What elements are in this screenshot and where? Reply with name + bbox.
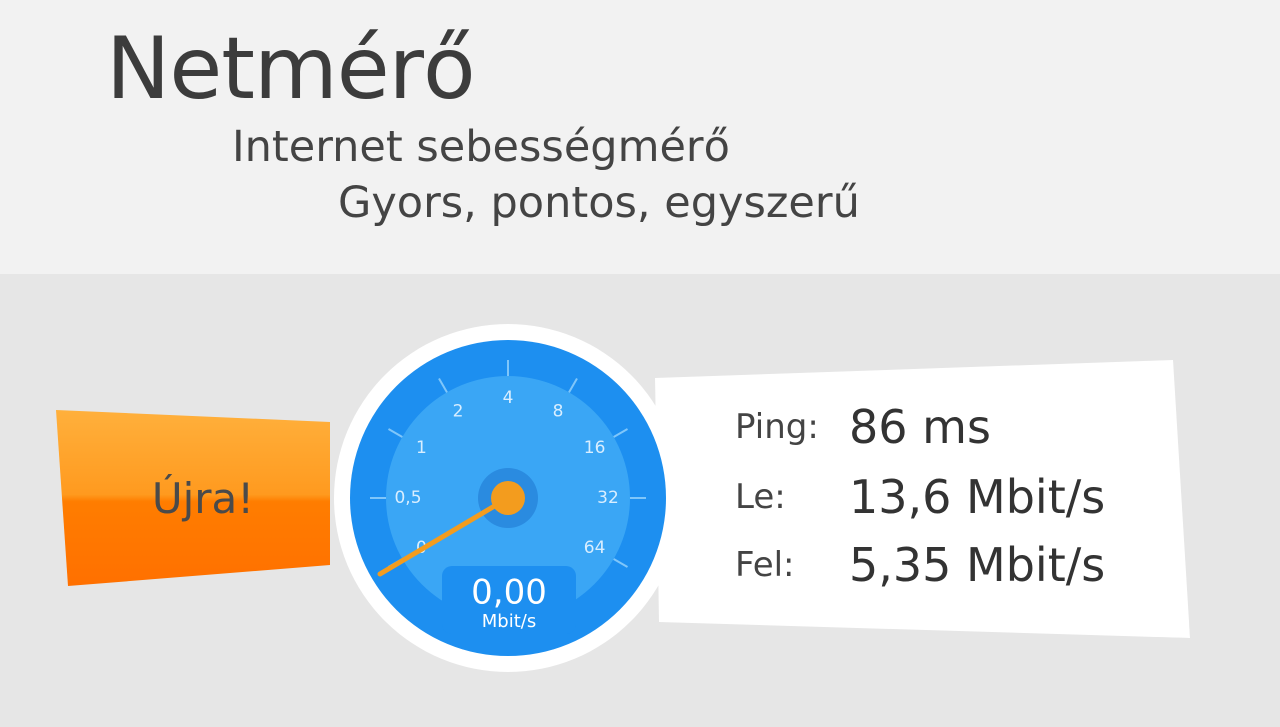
gauge-tick-label: 64 [584, 538, 606, 558]
upload-value: 5,35 Mbit/s [849, 538, 1106, 592]
retry-button-label: Újra! [151, 473, 255, 523]
gauge-tick-label: 2 [453, 401, 464, 421]
gauge-current-value: 0,00 [471, 573, 547, 613]
gauge-tick-label: 32 [597, 488, 619, 508]
download-value: 13,6 Mbit/s [849, 470, 1106, 524]
speed-gauge-svg: 00,51248163264 0,00 Mbit/s [334, 324, 682, 672]
ping-label: Ping: [735, 407, 819, 447]
gauge-tick-label: 8 [553, 401, 564, 421]
retry-button[interactable]: Újra! [56, 410, 330, 586]
upload-label: Fel: [735, 545, 795, 585]
download-label: Le: [735, 477, 786, 517]
gauge-tick-label: 4 [503, 388, 514, 408]
gauge-hub [491, 481, 525, 515]
gauge-tick-label: 16 [584, 438, 606, 458]
ping-value: 86 ms [849, 400, 991, 454]
page-tagline: Gyors, pontos, egyszerű [338, 178, 860, 228]
results-panel: Ping: 86 ms Le: 13,6 Mbit/s Fel: 5,35 Mb… [655, 360, 1190, 638]
speed-gauge: 00,51248163264 0,00 Mbit/s [332, 322, 684, 674]
gauge-tick-label: 0,5 [394, 488, 421, 508]
gauge-unit: Mbit/s [482, 611, 536, 632]
page-subtitle: Internet sebességmérő [232, 122, 730, 172]
header: Netmérő Internet sebességmérő Gyors, pon… [0, 0, 1280, 274]
gauge-tick-label: 1 [416, 438, 427, 458]
page-title: Netmérő [106, 19, 476, 119]
